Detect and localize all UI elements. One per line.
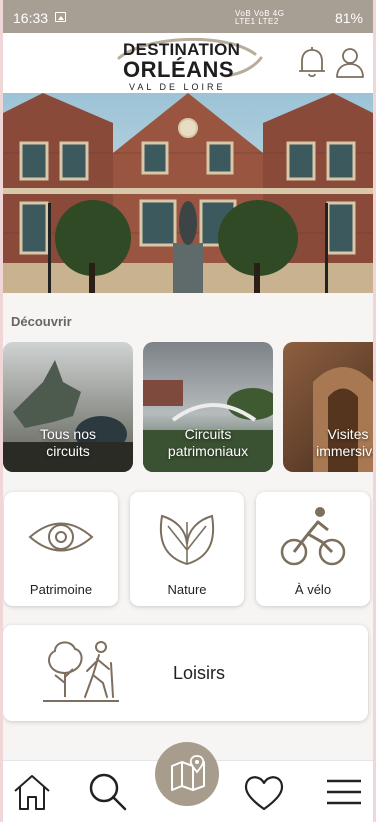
map-button[interactable]	[155, 742, 219, 806]
card-caption: Visites immersive	[316, 426, 373, 459]
bell-icon[interactable]	[296, 45, 328, 79]
app-screen: 16:33 VoB VoB 4G LTE1 LTE2 81% DESTINATI…	[3, 0, 373, 822]
logo-line-3: VAL DE LOIRE	[129, 82, 226, 92]
eye-icon	[28, 522, 94, 552]
tile-leisure[interactable]: Loisirs	[3, 625, 368, 721]
tile-label: Patrimoine	[29, 582, 93, 597]
tile-nature[interactable]: Nature	[130, 492, 244, 606]
tile-cycling[interactable]: À vélo	[256, 492, 370, 606]
battery-level: 81%	[334, 10, 363, 26]
card-immersive-visits[interactable]: Visites immersive	[283, 342, 373, 472]
logo-line-2: ORLÉANS	[123, 57, 235, 82]
search-icon[interactable]	[85, 769, 131, 815]
heart-icon[interactable]	[241, 769, 287, 815]
destination-orleans-logo[interactable]: DESTINATION ORLÉANS VAL DE LOIRE	[115, 36, 265, 92]
home-icon[interactable]	[9, 769, 55, 815]
leaves-icon	[159, 514, 215, 565]
section-title-discover: Découvrir	[11, 314, 72, 329]
network-indicator: VoB VoB 4G LTE1 LTE2	[235, 10, 284, 26]
image-notification-icon	[55, 12, 66, 22]
network-line-2: LTE1 LTE2	[235, 17, 279, 26]
card-caption: Tous nos circuits	[39, 426, 97, 459]
user-icon[interactable]	[334, 45, 366, 79]
tile-heritage[interactable]: Patrimoine	[4, 492, 118, 606]
tile-label: À vélo	[294, 582, 332, 597]
tile-label-leisure: Loisirs	[173, 663, 226, 683]
menu-icon[interactable]	[321, 769, 367, 815]
card-all-circuits[interactable]: Tous nos circuits	[3, 342, 133, 472]
status-bar: 16:33 VoB VoB 4G LTE1 LTE2 81%	[3, 0, 373, 33]
discover-carousel[interactable]: Tous nos circuits Circuits patrimoniaux …	[3, 342, 373, 472]
hiker-icon	[43, 641, 119, 702]
map-icon	[171, 755, 205, 791]
app-header: DESTINATION ORLÉANS VAL DE LOIRE	[3, 33, 373, 93]
card-heritage-circuits[interactable]: Circuits patrimoniaux	[143, 342, 273, 472]
hero-image-hotel-groslot	[3, 93, 373, 293]
card-caption: Circuits patrimoniaux	[167, 426, 249, 459]
tile-label: Nature	[167, 582, 207, 597]
cyclist-icon	[280, 507, 346, 566]
status-time: 16:33	[13, 10, 49, 26]
